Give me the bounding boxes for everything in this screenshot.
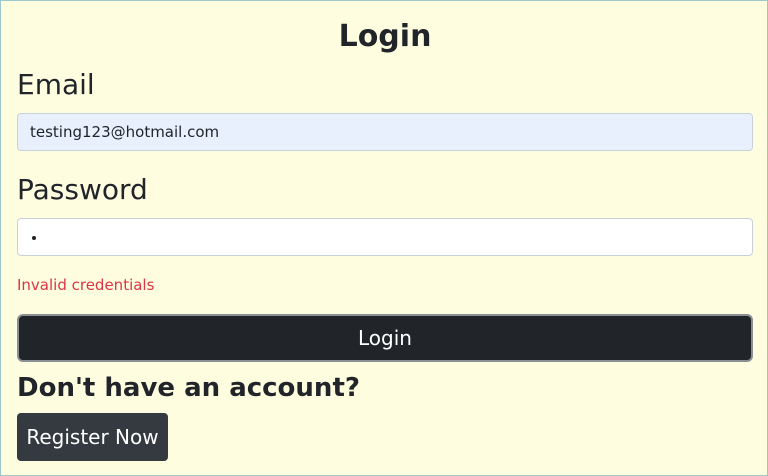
signup-prompt: Don't have an account? xyxy=(17,373,360,403)
password-mask-dot xyxy=(32,236,36,240)
login-page: Login Email testing123@hotmail.com Passw… xyxy=(0,0,768,476)
login-button[interactable]: Login xyxy=(17,314,753,362)
page-title: Login xyxy=(338,19,432,54)
email-field-value: testing123@hotmail.com xyxy=(30,123,220,141)
password-label: Password xyxy=(17,173,148,206)
register-button[interactable]: Register Now xyxy=(17,413,168,461)
password-field[interactable] xyxy=(17,218,753,256)
email-field[interactable]: testing123@hotmail.com xyxy=(17,113,753,151)
error-message: Invalid credentials xyxy=(17,276,155,294)
email-label: Email xyxy=(17,68,95,101)
